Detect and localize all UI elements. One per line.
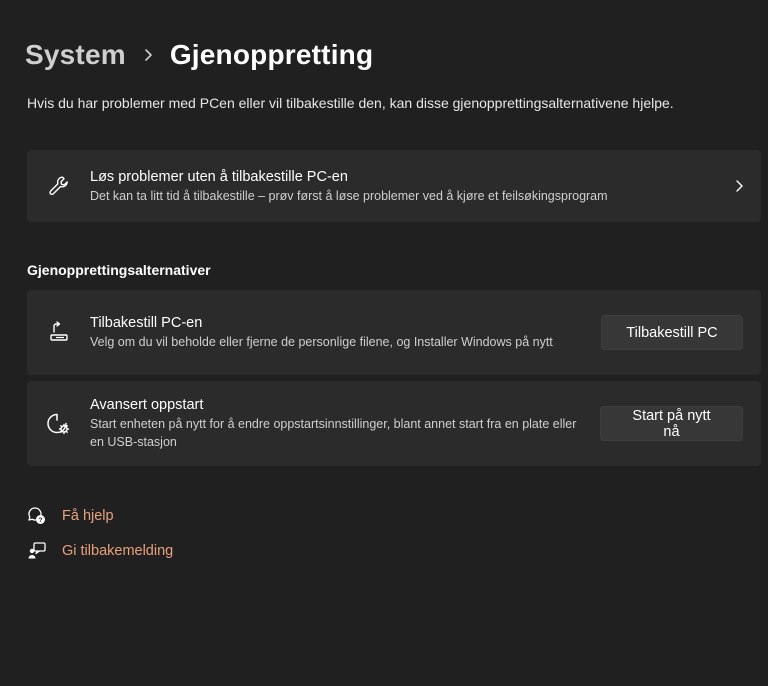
give-feedback-label[interactable]: Gi tilbakemelding (62, 543, 173, 559)
reset-pc-subtitle: Velg om du vil beholde eller fjerne de p… (90, 335, 553, 349)
advanced-startup-subtitle: Start enheten på nytt for å endre oppsta… (90, 417, 577, 449)
recovery-options-heading: Gjenopprettingsalternativer (27, 262, 211, 278)
troubleshoot-title: Løs problemer uten å tilbakestille PC-en (90, 169, 348, 185)
reset-pc-icon (27, 320, 90, 345)
reset-pc-text: Tilbakestill PC-en Velg om du vil behold… (90, 314, 567, 351)
troubleshoot-card[interactable]: Løs problemer uten å tilbakestille PC-en… (27, 150, 761, 222)
get-help-label[interactable]: Få hjelp (62, 508, 114, 524)
recovery-settings-page: System Gjenoppretting Hvis du har proble… (0, 0, 768, 686)
breadcrumb-system[interactable]: System (25, 39, 126, 71)
breadcrumb: System Gjenoppretting (25, 36, 373, 74)
help-chat-icon: ? (27, 506, 62, 526)
reset-pc-button[interactable]: Tilbakestill PC (601, 315, 743, 350)
advanced-startup-card: Avansert oppstart Start enheten på nytt … (27, 381, 761, 466)
page-title: Gjenoppretting (169, 39, 374, 70)
chevron-right-icon (717, 179, 761, 193)
advanced-startup-text: Avansert oppstart Start enheten på nytt … (90, 396, 580, 451)
reset-pc-card: Tilbakestill PC-en Velg om du vil behold… (27, 290, 761, 375)
advanced-startup-title: Avansert oppstart (90, 397, 204, 413)
reset-pc-title: Tilbakestill PC-en (90, 315, 203, 331)
page-description: Hvis du har problemer med PCen eller vil… (27, 95, 674, 111)
troubleshoot-subtitle: Det kan ta litt tid å tilbakestille – pr… (90, 189, 608, 203)
feedback-icon (27, 541, 62, 561)
get-help-link[interactable]: ? Få hjelp (27, 506, 114, 526)
svg-text:?: ? (39, 517, 43, 524)
troubleshoot-text: Løs problemer uten å tilbakestille PC-en… (90, 167, 717, 205)
restart-now-button[interactable]: Start på nytt nå (600, 406, 743, 441)
give-feedback-link[interactable]: Gi tilbakemelding (27, 541, 173, 561)
wrench-icon (27, 174, 90, 198)
chevron-right-icon (126, 48, 170, 62)
advanced-startup-icon (27, 411, 90, 437)
